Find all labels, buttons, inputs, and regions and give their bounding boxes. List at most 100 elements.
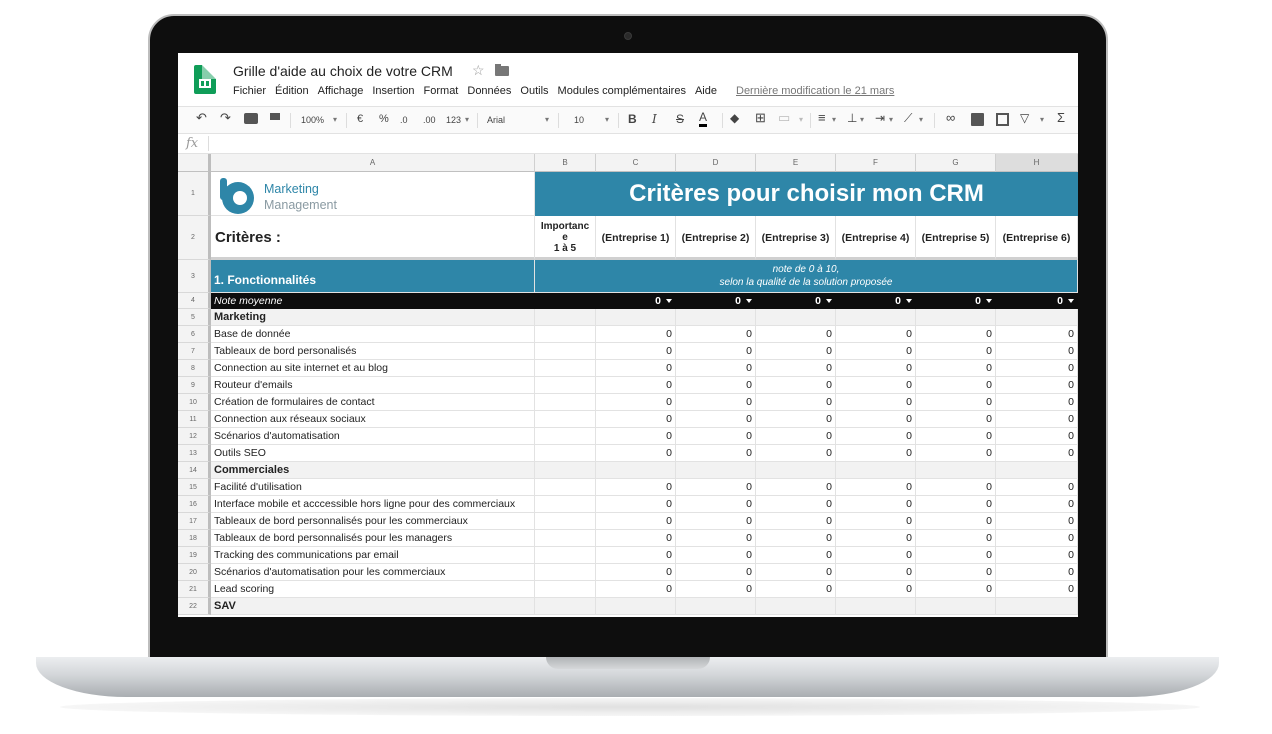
score-cell[interactable]: 0 bbox=[676, 479, 756, 496]
score-cell[interactable]: 0 bbox=[836, 428, 916, 445]
importance-cell[interactable] bbox=[535, 360, 596, 377]
column-header-b[interactable]: B bbox=[535, 154, 596, 172]
score-cell[interactable]: 0 bbox=[676, 581, 756, 598]
importance-cell[interactable] bbox=[535, 530, 596, 547]
company-header-3[interactable]: (Entreprise 3) bbox=[756, 216, 836, 260]
score-cell[interactable]: 0 bbox=[596, 445, 676, 462]
score-cell[interactable]: 0 bbox=[996, 428, 1078, 445]
score-cell[interactable]: 0 bbox=[836, 496, 916, 513]
section-row-cell[interactable] bbox=[836, 598, 916, 615]
average-value-2[interactable]: 0 bbox=[676, 293, 756, 309]
score-cell[interactable]: 0 bbox=[596, 326, 676, 343]
merge-cells-icon[interactable]: ▭ bbox=[778, 110, 790, 126]
section-row-cell[interactable] bbox=[756, 309, 836, 326]
importance-cell[interactable] bbox=[535, 479, 596, 496]
score-cell[interactable]: 0 bbox=[996, 581, 1078, 598]
column-header-h[interactable]: H bbox=[996, 154, 1078, 172]
score-cell[interactable]: 0 bbox=[996, 496, 1078, 513]
score-cell[interactable]: 0 bbox=[596, 343, 676, 360]
score-cell[interactable]: 0 bbox=[916, 530, 996, 547]
company-header-4[interactable]: (Entreprise 4) bbox=[836, 216, 916, 260]
last-modified-link[interactable]: Dernière modification le 21 mars bbox=[736, 85, 894, 97]
score-cell[interactable]: 0 bbox=[756, 581, 836, 598]
score-cell[interactable]: 0 bbox=[596, 411, 676, 428]
text-color-button[interactable]: A bbox=[699, 111, 708, 127]
row-header[interactable]: 5 bbox=[178, 309, 211, 326]
score-cell[interactable]: 0 bbox=[836, 411, 916, 428]
section-row-cell[interactable] bbox=[836, 309, 916, 326]
score-cell[interactable]: 0 bbox=[996, 360, 1078, 377]
increase-decimal-button[interactable]: .00 bbox=[423, 115, 436, 125]
row-header[interactable]: 21 bbox=[178, 581, 211, 598]
score-cell[interactable]: 0 bbox=[676, 530, 756, 547]
menu-item-3[interactable]: Insertion bbox=[372, 85, 414, 97]
score-cell[interactable]: 0 bbox=[996, 394, 1078, 411]
score-cell[interactable]: 0 bbox=[916, 496, 996, 513]
score-cell[interactable]: 0 bbox=[596, 377, 676, 394]
column-header-e[interactable]: E bbox=[756, 154, 836, 172]
row-header[interactable]: 1 bbox=[178, 172, 211, 216]
text-rotation-icon[interactable]: ⟋ bbox=[904, 111, 912, 126]
score-cell[interactable]: 0 bbox=[916, 411, 996, 428]
score-cell[interactable]: 0 bbox=[756, 343, 836, 360]
score-cell[interactable]: 0 bbox=[596, 479, 676, 496]
chevron-down-icon[interactable]: ▾ bbox=[919, 115, 923, 124]
score-cell[interactable]: 0 bbox=[596, 496, 676, 513]
currency-format-button[interactable]: € bbox=[357, 113, 363, 125]
score-cell[interactable]: 0 bbox=[676, 411, 756, 428]
score-cell[interactable]: 0 bbox=[756, 428, 836, 445]
chevron-down-icon[interactable]: ▾ bbox=[832, 115, 836, 124]
row-header[interactable]: 11 bbox=[178, 411, 211, 428]
criterion-label[interactable]: Facilité d'utilisation bbox=[211, 479, 535, 496]
chevron-down-icon[interactable]: ▾ bbox=[333, 115, 337, 124]
chevron-down-icon[interactable]: ▾ bbox=[1040, 115, 1044, 124]
score-cell[interactable]: 0 bbox=[996, 377, 1078, 394]
folder-icon[interactable] bbox=[495, 64, 509, 76]
section-row-cell[interactable] bbox=[535, 462, 596, 479]
score-cell[interactable]: 0 bbox=[596, 513, 676, 530]
row-header[interactable]: 20 bbox=[178, 564, 211, 581]
score-cell[interactable]: 0 bbox=[756, 547, 836, 564]
sheets-logo-icon[interactable] bbox=[194, 65, 216, 94]
row-header[interactable]: 2 bbox=[178, 216, 211, 260]
score-cell[interactable]: 0 bbox=[996, 343, 1078, 360]
criterion-label[interactable]: Base de donnée bbox=[211, 326, 535, 343]
zoom-select[interactable]: 100% bbox=[301, 115, 324, 125]
column-header-g[interactable]: G bbox=[916, 154, 996, 172]
section-row-cell[interactable] bbox=[836, 462, 916, 479]
strikethrough-button[interactable]: S bbox=[676, 112, 684, 126]
menu-item-5[interactable]: Données bbox=[467, 85, 511, 97]
score-cell[interactable]: 0 bbox=[676, 547, 756, 564]
borders-icon[interactable]: ⊞ bbox=[755, 110, 766, 126]
score-cell[interactable]: 0 bbox=[756, 496, 836, 513]
score-cell[interactable]: 0 bbox=[836, 581, 916, 598]
score-cell[interactable]: 0 bbox=[596, 530, 676, 547]
fill-color-icon[interactable]: ◆ bbox=[730, 111, 739, 125]
insert-link-icon[interactable]: ∞ bbox=[946, 110, 955, 125]
chevron-down-icon[interactable]: ▾ bbox=[545, 115, 549, 124]
criterion-label[interactable]: Tableaux de bord personnalisés pour les … bbox=[211, 513, 535, 530]
score-cell[interactable]: 0 bbox=[676, 445, 756, 462]
average-value-3[interactable]: 0 bbox=[756, 293, 836, 309]
score-cell[interactable]: 0 bbox=[596, 428, 676, 445]
average-value-6[interactable]: 0 bbox=[996, 293, 1078, 309]
menu-item-0[interactable]: Fichier bbox=[233, 85, 266, 97]
row-header[interactable]: 17 bbox=[178, 513, 211, 530]
dropdown-caret-icon[interactable] bbox=[666, 299, 672, 304]
score-cell[interactable]: 0 bbox=[676, 564, 756, 581]
score-cell[interactable]: 0 bbox=[916, 445, 996, 462]
company-header-2[interactable]: (Entreprise 2) bbox=[676, 216, 756, 260]
criterion-label[interactable]: Routeur d'emails bbox=[211, 377, 535, 394]
align-left-icon[interactable]: ≡ bbox=[818, 110, 826, 125]
section-row-cell[interactable] bbox=[996, 598, 1078, 615]
score-cell[interactable]: 0 bbox=[756, 394, 836, 411]
filter-icon[interactable]: ▽ bbox=[1020, 111, 1029, 125]
row-header[interactable]: 7 bbox=[178, 343, 211, 360]
row-header[interactable]: 14 bbox=[178, 462, 211, 479]
chevron-down-icon[interactable]: ▾ bbox=[465, 115, 469, 124]
average-value-5[interactable]: 0 bbox=[916, 293, 996, 309]
score-cell[interactable]: 0 bbox=[756, 411, 836, 428]
criterion-label[interactable]: Connection aux réseaux sociaux bbox=[211, 411, 535, 428]
score-cell[interactable]: 0 bbox=[836, 479, 916, 496]
criterion-label[interactable]: Interface mobile et acccessible hors lig… bbox=[211, 496, 535, 513]
